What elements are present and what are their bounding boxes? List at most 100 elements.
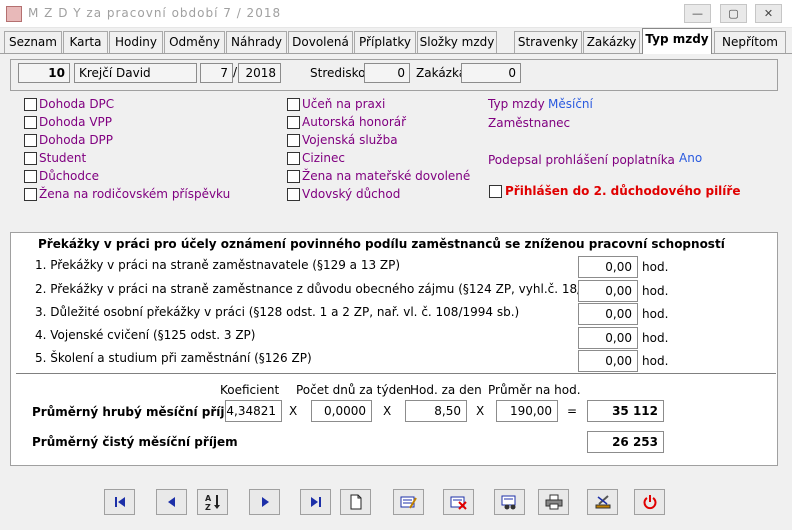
checkbox-druhy-pilir[interactable] — [489, 185, 502, 198]
tab-karta[interactable]: Karta — [63, 31, 108, 53]
power-exit-icon — [643, 495, 656, 510]
obstacle-row-4-input[interactable]: 0,00 — [578, 327, 638, 349]
tab-seznam[interactable]: Seznam — [4, 31, 62, 53]
minimize-button[interactable]: — — [684, 4, 711, 23]
label-dohoda-dpp: Dohoda DPP — [39, 133, 114, 147]
obstacle-row-5-input[interactable]: 0,00 — [578, 350, 638, 372]
obstacle-row-3-input[interactable]: 0,00 — [578, 303, 638, 325]
obstacle-row-1-unit: hod. — [642, 260, 669, 274]
hruby-prijem-label: Průměrný hrubý měsíční příjem — [32, 405, 246, 419]
previous-record-icon — [167, 497, 175, 507]
label-vdovsky-duchod: Vdovský důchod — [302, 187, 401, 201]
checkbox-dohoda-vpp[interactable] — [24, 116, 37, 129]
print-button[interactable] — [538, 489, 569, 515]
obstacle-row-1-input[interactable]: 0,00 — [578, 256, 638, 278]
checkbox-student[interactable] — [24, 152, 37, 165]
koeficient-input[interactable]: 4,34821 — [225, 400, 282, 422]
obstacle-row-3-unit: hod. — [642, 307, 669, 321]
settings-tool-icon — [595, 495, 610, 509]
checkbox-dohoda-dpp[interactable] — [24, 134, 37, 147]
employee-name: Krejčí David — [74, 63, 197, 83]
maximize-button[interactable]: ▢ — [720, 4, 747, 23]
edit-record-button[interactable] — [393, 489, 424, 515]
pocet-dnu-input[interactable]: 0,0000 — [311, 400, 372, 422]
last-record-button[interactable] — [300, 489, 331, 515]
multiply-sign-1: X — [289, 404, 298, 418]
checkbox-zena-materska[interactable] — [287, 170, 300, 183]
obstacle-row-5-unit: hod. — [642, 354, 669, 368]
multiply-sign-2: X — [383, 404, 392, 418]
tab-slozky-mzdy[interactable]: Složky mzdy — [417, 31, 497, 53]
label-autorska-honorar: Autorská honorář — [302, 115, 407, 129]
typ-mzdy-label: Typ mzdy — [488, 97, 545, 111]
tab-typ-mzdy[interactable]: Typ mzdy — [642, 28, 712, 54]
exit-button[interactable] — [634, 489, 665, 515]
zakazka-label: Zakázka — [416, 66, 467, 80]
checkbox-cizinec[interactable] — [287, 152, 300, 165]
settings-button[interactable] — [587, 489, 618, 515]
app-icon — [6, 6, 22, 22]
tab-hodiny[interactable]: Hodiny — [109, 31, 163, 53]
podepsal-label: Podepsal prohlášení poplatníka — [488, 153, 675, 167]
next-record-button[interactable] — [249, 489, 280, 515]
search-records-button[interactable] — [494, 489, 525, 515]
zakazka-value: 0 — [461, 63, 521, 83]
obstacle-row-3-label: 3. Důležité osobní překážky v práci (§12… — [35, 305, 520, 319]
checkbox-duchodce[interactable] — [24, 170, 37, 183]
sort-button[interactable]: AZ — [197, 489, 228, 515]
podepsal-value: Ano — [679, 151, 703, 165]
checkbox-autorska-honorar[interactable] — [287, 116, 300, 129]
employee-number: 10 — [18, 63, 70, 83]
tab-strip: Seznam Karta Hodiny Odměny Náhrady Dovol… — [0, 28, 792, 54]
next-record-icon — [261, 497, 269, 507]
cisty-prijem-label: Průměrný čistý měsíční příjem — [32, 435, 238, 449]
multiply-sign-3: X — [476, 404, 485, 418]
title-bar: M Z D Y za pracovní období 7 / 2018 — ▢ … — [0, 0, 792, 28]
obstacle-row-2-unit: hod. — [642, 284, 669, 298]
hod-za-den-input[interactable]: 8,50 — [405, 400, 467, 422]
obstacle-row-5-label: 5. Školení a studium při zaměstnání (§12… — [35, 351, 312, 365]
stredisko-value: 0 — [364, 63, 410, 83]
tab-nahrady[interactable]: Náhrady — [226, 31, 287, 53]
obstacle-row-1-label: 1. Překážky v práci na straně zaměstnava… — [35, 258, 401, 272]
label-ucen-na-praxi: Učeň na praxi — [302, 97, 386, 111]
tab-odmeny[interactable]: Odměny — [164, 31, 225, 53]
label-zena-rodicovsky: Žena na rodičovském příspěvku — [39, 187, 231, 201]
label-duchodce: Důchodce — [39, 169, 99, 183]
label-dohoda-dpc: Dohoda DPC — [39, 97, 115, 111]
hruby-prijem-value: 35 112 — [587, 400, 664, 422]
prumer-na-hod-input[interactable]: 190,00 — [496, 400, 558, 422]
delete-record-icon — [450, 496, 467, 510]
typ-mzdy-value: Měsíční — [548, 97, 593, 111]
svg-text:Z: Z — [205, 503, 211, 511]
previous-record-button[interactable] — [156, 489, 187, 515]
divider — [16, 373, 776, 374]
checkbox-ucen-na-praxi[interactable] — [287, 98, 300, 111]
tab-stravenky[interactable]: Stravenky — [514, 31, 582, 53]
tab-priplatky[interactable]: Příplatky — [354, 31, 416, 53]
edit-record-icon — [400, 496, 417, 509]
obstacle-row-4-label: 4. Vojenské cvičení (§125 odst. 3 ZP) — [35, 328, 256, 342]
obstacles-heading: Překážky v práci pro účely oznámení povi… — [38, 237, 725, 251]
tab-neprítom[interactable]: Nepřítom — [714, 31, 786, 53]
checkbox-dohoda-dpc[interactable] — [24, 98, 37, 111]
tab-zakazky[interactable]: Zakázky — [583, 31, 640, 53]
obstacle-row-2-input[interactable]: 0,00 — [578, 280, 638, 302]
tab-dovolena[interactable]: Dovolená — [288, 31, 353, 53]
checkbox-zena-rodicovsky[interactable] — [24, 188, 37, 201]
new-document-icon — [350, 494, 361, 510]
close-button[interactable]: ✕ — [755, 4, 782, 23]
first-record-button[interactable] — [104, 489, 135, 515]
label-student: Student — [39, 151, 87, 165]
checkbox-vojenska-sluzba[interactable] — [287, 134, 300, 147]
new-record-button[interactable] — [340, 489, 371, 515]
label-druhy-pilir: Přihlášen do 2. důchodového pilíře — [505, 184, 741, 198]
stredisko-label: Stredisko — [310, 66, 366, 80]
obstacle-row-2-label: 2. Překážky v práci na straně zaměstnanc… — [35, 282, 638, 296]
period-year: 2018 — [238, 63, 281, 83]
equals-sign: = — [567, 404, 578, 418]
obstacle-row-4-unit: hod. — [642, 331, 669, 345]
checkbox-vdovsky-duchod[interactable] — [287, 188, 300, 201]
label-dohoda-vpp: Dohoda VPP — [39, 115, 112, 129]
delete-record-button[interactable] — [443, 489, 474, 515]
